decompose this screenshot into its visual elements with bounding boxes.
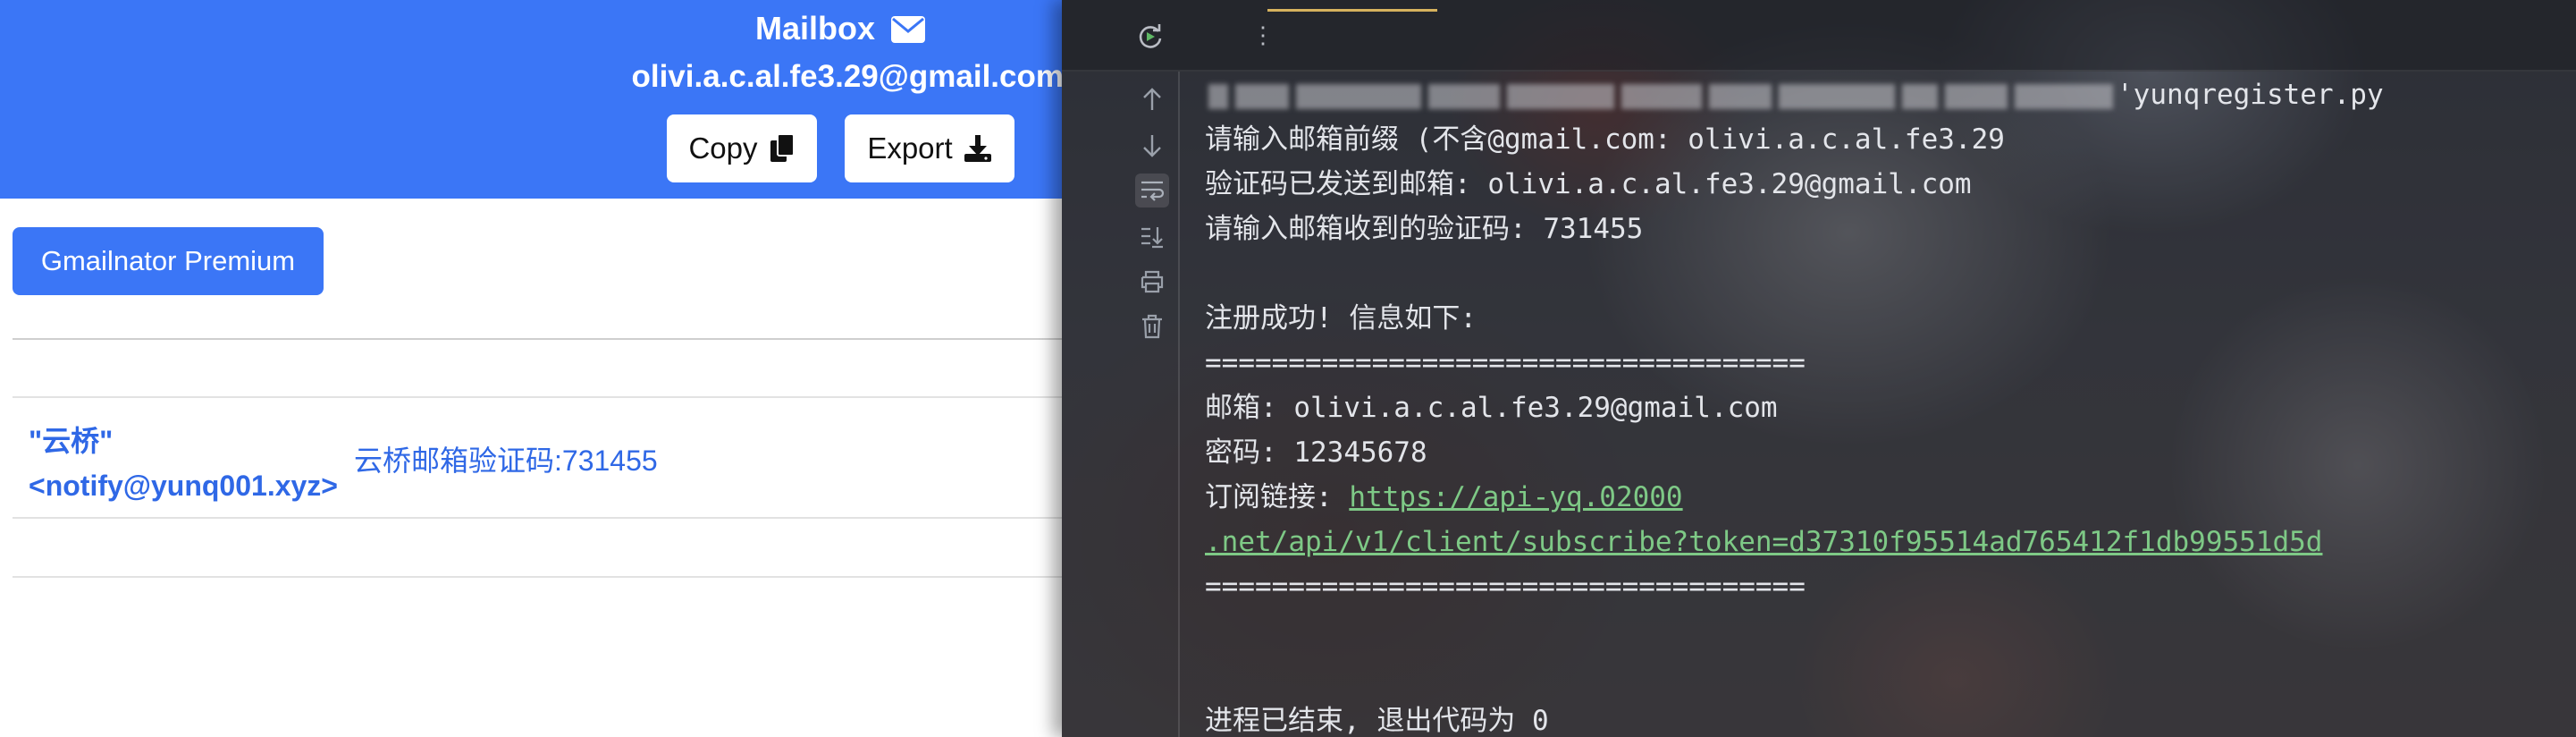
console-line: 密码: 12345678 (1205, 436, 1427, 469)
sender-name: "云桥" (29, 425, 114, 457)
divider (13, 396, 1064, 398)
console-line: 订阅链接: https://api-yq.02000 (1205, 479, 1683, 515)
console-line: 注册成功! 信息如下: (1205, 302, 1477, 335)
mailbox-header: Mailbox olivi.a.c.al.fe3.29@gmail.com Co… (0, 0, 1064, 199)
gmailnator-premium-button[interactable]: Gmailnator Premium (13, 227, 324, 295)
console-command-line: 'yunqregister.py (1205, 77, 2384, 113)
rerun-icon[interactable] (1137, 23, 1164, 50)
copy-icon (770, 133, 795, 162)
download-icon (964, 135, 991, 162)
scroll-to-end-icon[interactable] (1135, 220, 1169, 254)
export-button[interactable]: Export (845, 114, 1014, 182)
console-separator: ==================================== (1205, 571, 1806, 603)
subscription-link[interactable]: https://api-yq.02000 (1349, 481, 1682, 513)
mailbox-title: Mailbox (0, 7, 1064, 50)
sender-email: <notify@yunq001.xyz> (29, 470, 338, 502)
soft-wrap-icon[interactable] (1135, 174, 1169, 208)
email-subject[interactable]: 云桥邮箱验证码:731455 (354, 438, 658, 483)
scroll-down-icon[interactable] (1135, 129, 1169, 163)
console-line: 请输入邮箱前缀 (不含@gmail.com: olivi.a.c.al.fe3.… (1205, 123, 2005, 156)
console-line: 请输入邮箱收到的验证码: 731455 (1205, 213, 1644, 245)
email-list-item[interactable]: "云桥" <notify@yunq001.xyz> 云桥邮箱验证码:731455 (13, 399, 1064, 517)
email-sender[interactable]: "云桥" <notify@yunq001.xyz> (29, 419, 338, 508)
console-line: .net/api/v1/client/subscribe?token=d3731… (1205, 524, 2322, 560)
trash-icon[interactable] (1135, 309, 1169, 343)
copy-button-label: Copy (688, 131, 758, 165)
copy-button[interactable]: Copy (667, 114, 817, 182)
console-separator: ==================================== (1205, 347, 1806, 379)
console-line: 验证码已发送到邮箱: olivi.a.c.al.fe3.29@gmail.com (1205, 168, 1972, 200)
scroll-up-icon[interactable] (1135, 82, 1169, 116)
ide-run-panel: ⋮ 'yunqregister.py 请输入邮箱前缀 (不含@gmail.com… (1062, 0, 2576, 737)
mailbox-title-text: Mailbox (754, 10, 875, 47)
console-line: 邮箱: olivi.a.c.al.fe3.29@gmail.com (1205, 392, 1778, 424)
divider (13, 576, 1064, 578)
subscription-label: 订阅链接: (1205, 481, 1350, 513)
subscription-link-continued[interactable]: .net/api/v1/client/subscribe?token=d3731… (1205, 526, 2322, 558)
print-icon[interactable] (1135, 265, 1169, 299)
command-script-name: 'yunqregister.py (2117, 79, 2384, 111)
more-icon[interactable]: ⋮ (1251, 23, 1275, 47)
active-tab-indicator (1267, 9, 1437, 12)
divider (13, 517, 1064, 519)
mailbox-address: olivi.a.c.al.fe3.29@gmail.com (631, 59, 1064, 94)
mailbox-panel: Mailbox olivi.a.c.al.fe3.29@gmail.com Co… (0, 0, 1064, 737)
console-toolbar (1062, 72, 1180, 737)
divider (13, 338, 1064, 340)
export-button-label: Export (867, 131, 953, 165)
console-exit-line: 进程已结束, 退出代码为 0 (1205, 705, 1549, 737)
run-tab-bar: ⋮ (1062, 0, 2576, 72)
envelope-icon (891, 16, 926, 43)
